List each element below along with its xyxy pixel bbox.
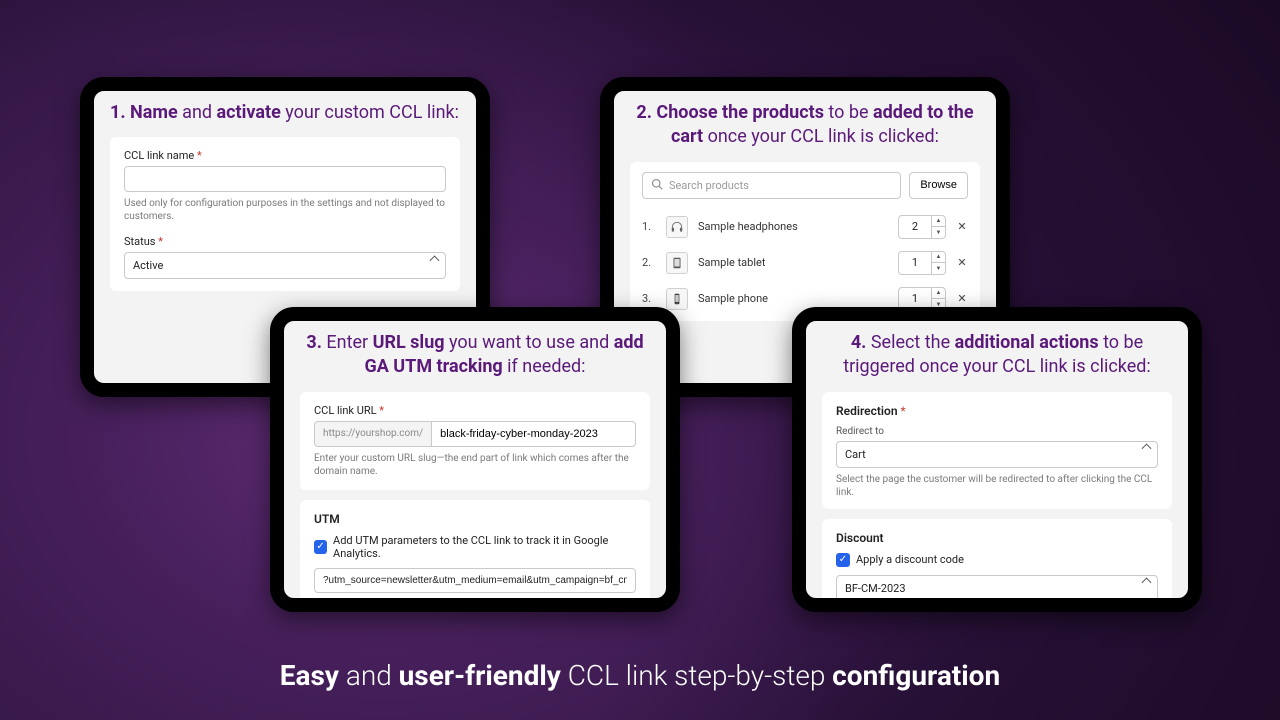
remove-button[interactable]: ✕ (956, 292, 968, 305)
url-hint: Enter your custom URL slug—the end part … (314, 452, 636, 478)
redirect-to-label: Redirect to (836, 426, 1158, 437)
discount-hint: Select an existing discount code to be a… (836, 607, 1158, 612)
quantity-stepper[interactable]: 1 ▲▼ (898, 251, 946, 275)
url-card: CCL link URL * https://yourshop.com/ Ent… (300, 392, 650, 490)
search-placeholder: Search products (669, 179, 749, 192)
step4-title: 4. Select the additional actions to be t… (822, 331, 1172, 380)
step4-panel: 4. Select the additional actions to be t… (792, 307, 1202, 612)
redirect-heading: Redirection * (836, 404, 1158, 418)
redirect-select-wrap: Cart (836, 441, 1158, 468)
utm-checkbox-label: Add UTM parameters to the CCL link to tr… (333, 534, 636, 560)
step-up-icon: ▲ (932, 216, 945, 228)
product-thumb (666, 216, 688, 238)
ccl-name-label: CCL link name * (124, 149, 446, 162)
discount-select-wrap: BF-CM-2023 (836, 575, 1158, 602)
redirect-select[interactable]: Cart (836, 441, 1158, 468)
remove-button[interactable]: ✕ (956, 256, 968, 269)
discount-card: Discount ✓ Apply a discount code BF-CM-2… (822, 519, 1172, 612)
quantity-stepper[interactable]: 2 ▲▼ (898, 215, 946, 239)
product-thumb (666, 288, 688, 310)
browse-button[interactable]: Browse (909, 172, 968, 199)
product-thumb (666, 252, 688, 274)
step3-panel: 3. Enter URL slug you want to use and ad… (270, 307, 680, 612)
phone-icon (670, 292, 684, 306)
redirect-card: Redirection * Redirect to Cart Select th… (822, 392, 1172, 509)
step3-title: 3. Enter URL slug you want to use and ad… (300, 331, 650, 380)
utm-card: UTM ✓ Add UTM parameters to the CCL link… (300, 500, 650, 612)
product-row: 1. Sample headphones 2 ▲▼ ✕ (642, 209, 968, 245)
product-name: Sample phone (698, 292, 888, 305)
headphones-icon (670, 220, 684, 234)
step1-title: 1. Name and activate your custom CCL lin… (110, 101, 460, 125)
discount-heading: Discount (836, 531, 1158, 545)
product-name: Sample tablet (698, 256, 888, 269)
discount-checkbox-label: Apply a discount code (856, 553, 964, 566)
utm-hint: Paste the complete UTM starting with ? t… (314, 598, 636, 611)
url-slug-input[interactable] (431, 421, 636, 447)
tagline: Easy and user-friendly CCL link step-by-… (0, 659, 1280, 692)
utm-input[interactable] (314, 568, 636, 593)
search-icon (651, 178, 663, 193)
step1-card: CCL link name * Used only for configurat… (110, 137, 460, 291)
ccl-name-input[interactable] (124, 166, 446, 192)
tablet-icon (670, 256, 684, 270)
step-down-icon: ▼ (932, 263, 945, 274)
product-row: 2. Sample tablet 1 ▲▼ ✕ (642, 245, 968, 281)
redirect-hint: Select the page the customer will be red… (836, 473, 1158, 499)
status-select[interactable]: Active (124, 252, 446, 279)
step-up-icon: ▲ (932, 252, 945, 264)
step-down-icon: ▼ (932, 227, 945, 238)
step2-title: 2. Choose the products to be added to th… (630, 101, 980, 150)
utm-heading: UTM (314, 512, 636, 526)
url-prefix: https://yourshop.com/ (314, 421, 431, 447)
status-select-wrap: Active (124, 252, 446, 279)
discount-select[interactable]: BF-CM-2023 (836, 575, 1158, 602)
product-index: 3. (642, 292, 656, 305)
step2-card: Search products Browse 1. Sample headpho… (630, 162, 980, 321)
url-label: CCL link URL * (314, 404, 636, 417)
utm-checkbox[interactable]: ✓ (314, 540, 327, 554)
discount-checkbox[interactable]: ✓ (836, 553, 850, 567)
step-up-icon: ▲ (932, 288, 945, 300)
remove-button[interactable]: ✕ (956, 220, 968, 233)
product-search-input[interactable]: Search products (642, 172, 901, 199)
ccl-name-hint: Used only for configuration purposes in … (124, 197, 446, 223)
product-name: Sample headphones (698, 220, 888, 233)
product-index: 2. (642, 256, 656, 269)
status-label: Status * (124, 235, 446, 248)
product-index: 1. (642, 220, 656, 233)
